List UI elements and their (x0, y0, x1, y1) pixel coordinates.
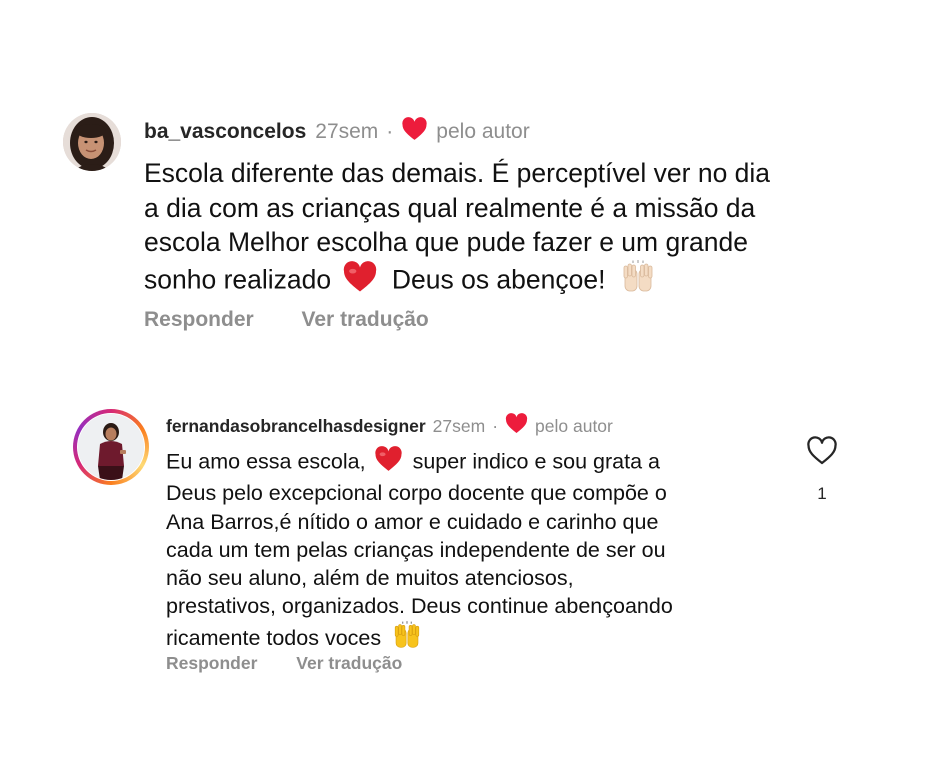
separator-dot: · (386, 120, 394, 143)
comment-line: não seu aluno, além de muitos atenciosos… (166, 566, 574, 591)
timestamp: 27sem (315, 120, 379, 143)
comment-actions: Responder Ver tradução (166, 653, 402, 674)
comment-line: escola Melhor escolha que pude fazer e u… (144, 227, 748, 257)
comment-line: Eu amo essa escola, super indico e sou g… (166, 446, 673, 479)
username[interactable]: ba_vasconcelos (144, 120, 306, 144)
comment-line: ricamente todos voces (166, 620, 673, 657)
reply-button[interactable]: Responder (144, 308, 254, 332)
comment-line-text: Eu amo essa escola, (166, 449, 366, 474)
comment-meta: fernandasobrancelhasdesigner 27sem · pel… (166, 413, 613, 439)
heart-icon (401, 117, 428, 147)
comment-line-text: sonho realizado (144, 263, 332, 294)
comment-text: Eu amo essa escola, super indico e sou g… (166, 446, 673, 657)
comment-line: a dia com as crianças qual realmente é a… (144, 192, 756, 223)
red-heart-emoji (342, 260, 378, 302)
comment-meta: ba_vasconcelos 27sem · pelo autor (144, 117, 530, 147)
comment-line-text: Deus os abençoe! (391, 263, 606, 294)
like-count: 1 (817, 484, 827, 503)
raising-hands-emoji (391, 620, 423, 657)
comment-actions: Responder Ver tradução (144, 308, 429, 332)
separator-dot: · (492, 415, 499, 436)
heart-icon (505, 413, 528, 439)
comment-line-text: ricamente todos voces (166, 625, 382, 650)
like-button[interactable] (805, 434, 839, 468)
see-translation-button[interactable]: Ver tradução (296, 653, 402, 674)
raising-hands-emoji (619, 259, 657, 303)
red-heart-emoji (374, 446, 403, 479)
comment-line: cada um tem pelas crianças independente … (166, 537, 666, 562)
comment-line: Ana Barros,é nítido o amor e cuidado e c… (166, 509, 659, 534)
liked-by-author-label: pelo autor (535, 415, 613, 436)
comment-line-text: super indico e sou grata a (412, 449, 660, 474)
see-translation-button[interactable]: Ver tradução (302, 308, 429, 332)
comment-line: Escola diferente das demais. É perceptív… (144, 158, 771, 188)
comment-line: sonho realizado Deus os abençoe! (144, 259, 770, 303)
avatar[interactable] (63, 113, 121, 171)
reply-button[interactable]: Responder (166, 653, 257, 674)
comment-line: Deus pelo excepcional corpo docente que … (166, 481, 667, 506)
comment-text: Escola diferente das demais. É perceptív… (144, 156, 770, 302)
liked-by-author-label: pelo autor (436, 120, 530, 143)
comment-line: prestativos, organizados. Deus continue … (166, 594, 673, 619)
username[interactable]: fernandasobrancelhasdesigner (166, 416, 426, 437)
avatar[interactable] (78, 414, 144, 480)
heart-outline-icon (805, 436, 839, 472)
timestamp: 27sem (432, 415, 486, 436)
